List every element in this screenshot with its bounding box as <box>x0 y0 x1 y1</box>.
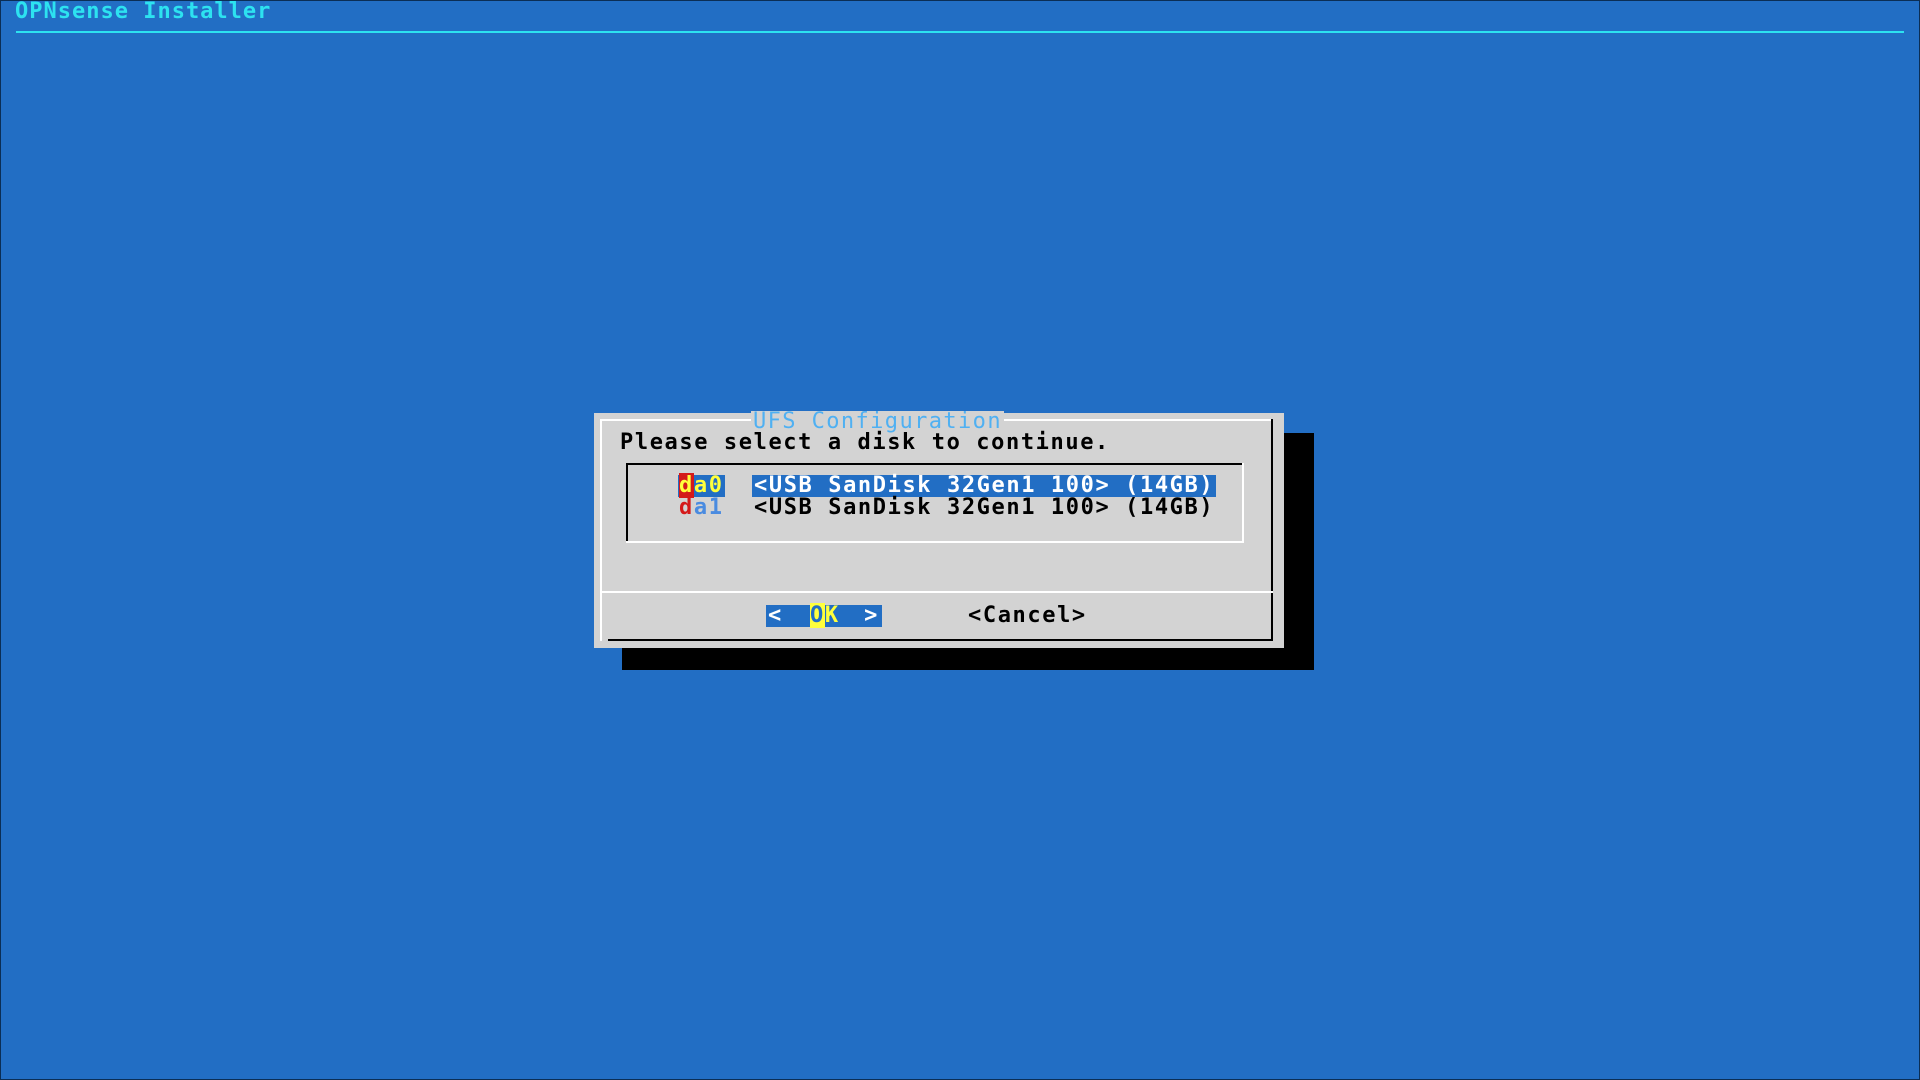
disk-tag[interactable]: da0 <box>678 473 725 498</box>
dialog-frame-bottom <box>608 639 1273 641</box>
installer-screen: OPNsense Installer UFS Configuration Ple… <box>0 0 1920 1080</box>
menu-border-right <box>1242 463 1244 543</box>
disk-item-da1[interactable]: da1 <USB SanDisk 32Gen1 100> (14GB) <box>626 497 1213 519</box>
dialog-prompt: Please select a disk to continue. <box>620 430 1110 455</box>
disk-item-da0[interactable]: da0 <USB SanDisk 32Gen1 100> (14GB) <box>626 473 1217 498</box>
disk-description[interactable]: <USB SanDisk 32Gen1 100> (14GB) <box>752 497 1216 519</box>
menu-border-top <box>626 463 1244 465</box>
disk-tag[interactable]: da1 <box>678 497 725 519</box>
disk-menu: da0 <USB SanDisk 32Gen1 100> (14GB) da1 … <box>626 463 1244 543</box>
ufs-configuration-dialog: UFS Configuration Please select a disk t… <box>594 411 1284 648</box>
ok-left-bracket: < <box>768 603 783 628</box>
ok-hotkey: O <box>810 603 825 628</box>
installer-title: OPNsense Installer <box>15 0 272 24</box>
ok-right-bracket: > <box>864 603 879 628</box>
dialog-frame-left <box>600 419 602 641</box>
ok-label: OK <box>810 603 840 628</box>
cancel-button[interactable]: <Cancel> <box>968 605 1087 627</box>
disk-tag-hotkey: d <box>679 495 694 520</box>
title-rule <box>16 31 1904 33</box>
ok-label-rest: K <box>824 603 840 628</box>
ok-button[interactable]: < OK > <box>766 603 882 628</box>
disk-description[interactable]: <USB SanDisk 32Gen1 100> (14GB) <box>752 475 1217 497</box>
button-separator <box>602 591 1273 593</box>
disk-tag-rest: a1 <box>693 495 724 520</box>
dialog-frame-right <box>1271 419 1273 641</box>
